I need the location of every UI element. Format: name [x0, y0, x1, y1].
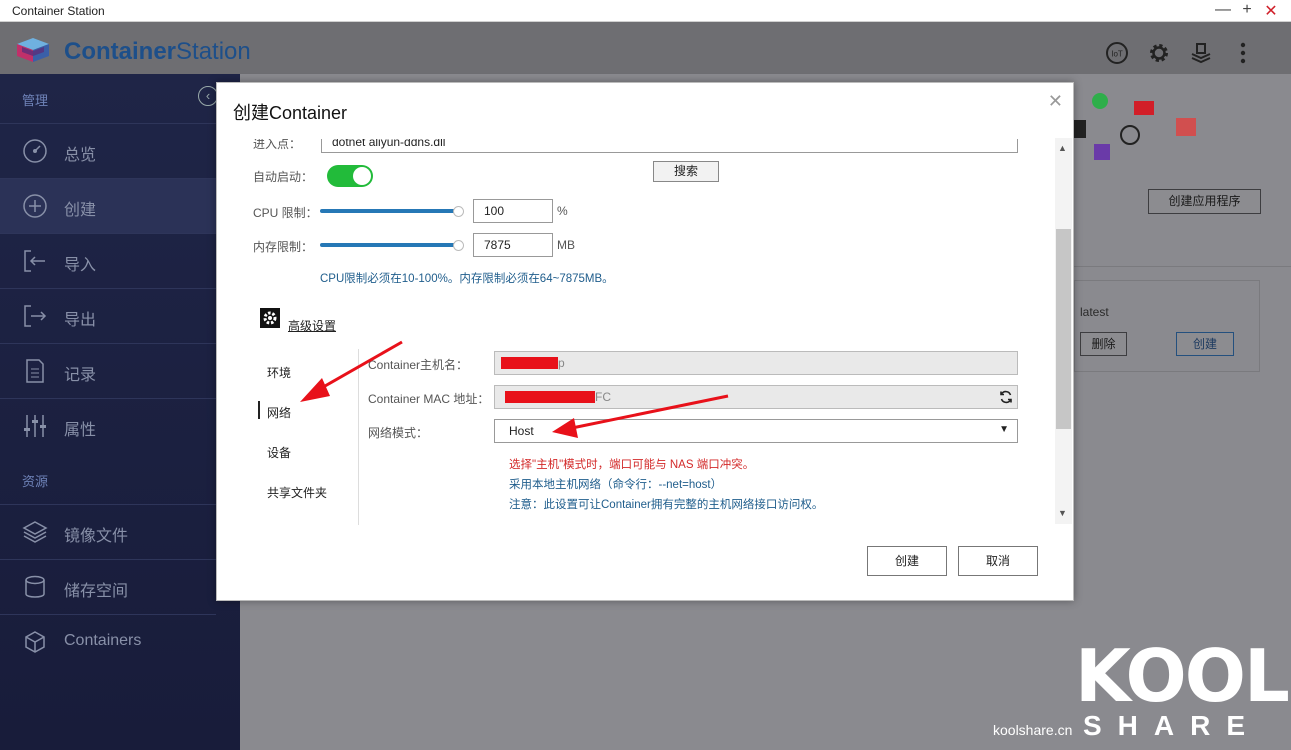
sidebar-item-properties[interactable]: 属性: [0, 399, 216, 453]
window-title: Container Station: [12, 4, 105, 18]
mac-address-label: Container MAC 地址：: [368, 392, 490, 406]
sidebar-item-import[interactable]: 导入: [0, 234, 216, 288]
autostart-label: 自动启动：: [253, 170, 314, 184]
maximize-button[interactable]: +: [1237, 1, 1257, 19]
tab-shared-folders[interactable]: 共享文件夹: [267, 484, 327, 501]
chevron-down-icon: ▼: [999, 424, 1009, 435]
import-icon: [24, 250, 45, 272]
layers-icon: [22, 521, 48, 543]
container-station-logo-icon: [17, 38, 49, 62]
section-manage-label: 管理: [22, 93, 49, 108]
create-container-dialog: 创建Container ✕ 进入点： dotnet aliyun-ddns.dl…: [216, 82, 1074, 601]
refresh-icon[interactable]: [999, 390, 1013, 404]
tab-network[interactable]: 网络: [257, 401, 291, 421]
search-button[interactable]: 搜索: [653, 161, 719, 182]
hostname-input[interactable]: p: [494, 351, 1018, 375]
memory-limit-slider[interactable]: [320, 240, 464, 251]
layers-stack-icon[interactable]: [1188, 40, 1214, 66]
memory-limit-input[interactable]: 7875: [473, 233, 553, 257]
entry-point-label: 进入点：: [253, 139, 302, 151]
advanced-settings-link[interactable]: 高级设置: [288, 317, 336, 334]
cube-icon: [25, 631, 45, 653]
image-card: latest 删除 创建: [1074, 280, 1260, 372]
entry-point-input[interactable]: dotnet aliyun-ddns.dll: [321, 139, 1018, 153]
divider: [358, 349, 359, 525]
redaction-mark: [501, 357, 558, 369]
network-mode-label: 网络模式：: [368, 426, 429, 440]
delete-button[interactable]: 删除: [1080, 332, 1127, 356]
memory-unit: MB: [557, 238, 575, 252]
sidebar-item-storage[interactable]: 储存空间: [0, 560, 216, 614]
memory-limit-label: 内存限制：: [253, 240, 314, 254]
access-note: 注意：此设置可让Container拥有完整的主机网络接口访问权。: [509, 499, 824, 511]
cpu-limit-label: CPU 限制：: [253, 206, 318, 220]
redaction-mark: [505, 391, 595, 403]
dialog-title: 创建Container: [233, 103, 348, 123]
scroll-down-icon[interactable]: ▼: [1058, 508, 1067, 518]
gear-icon: [260, 308, 280, 328]
dialog-scrollbar[interactable]: ▲ ▼: [1055, 138, 1072, 524]
svg-text:IoT: IoT: [1111, 50, 1123, 59]
watermark-url: koolshare.cn: [993, 722, 1073, 738]
koolshare-watermark: KOOL SHARE: [1075, 634, 1290, 741]
limit-note: CPU限制必须在10-100%。内存限制必须在64~7875MB。: [320, 273, 614, 285]
image-tag: latest: [1080, 305, 1109, 319]
hostname-label: Container主机名：: [368, 358, 469, 372]
tab-devices[interactable]: 设备: [267, 444, 291, 461]
create-container-button[interactable]: 创建: [1176, 332, 1234, 356]
sidebar-item-create[interactable]: 创建: [0, 179, 216, 233]
sidebar-item-containers[interactable]: Containers: [0, 615, 216, 669]
create-app-button[interactable]: 创建应用程序: [1148, 189, 1261, 214]
app-icons-cluster: [1070, 93, 1196, 160]
close-window-button[interactable]: ✕: [1261, 1, 1281, 21]
sidebar-item-export[interactable]: 导出: [0, 289, 216, 343]
section-resources-label: 资源: [22, 474, 49, 489]
cpu-unit: %: [557, 204, 568, 218]
minimize-button[interactable]: —: [1213, 1, 1233, 19]
collapse-sidebar-icon[interactable]: ‹: [198, 86, 218, 106]
cpu-limit-slider[interactable]: [320, 206, 464, 217]
host-network-note: 采用本地主机网络（命令行：--net=host）: [509, 479, 723, 491]
document-icon: [26, 359, 44, 383]
sidebar: 管理 ‹ 总览 创建 导入 导出 记录 属性 资源 镜像文件 储存空间 Cont…: [0, 74, 240, 750]
sliders-icon: [24, 415, 46, 437]
divider: [1074, 266, 1291, 267]
gear-icon[interactable]: [1146, 40, 1172, 66]
network-mode-select[interactable]: Host ▼: [494, 419, 1018, 443]
cancel-button[interactable]: 取消: [958, 546, 1038, 576]
dashboard-icon: [23, 139, 47, 163]
cpu-limit-input[interactable]: 100: [473, 199, 553, 223]
autostart-toggle[interactable]: [327, 165, 373, 187]
app-header: ContainerStation IoT: [0, 22, 1291, 74]
scrollbar-thumb[interactable]: [1056, 229, 1071, 429]
export-icon: [24, 305, 47, 327]
more-vertical-icon[interactable]: [1230, 40, 1256, 66]
scroll-up-icon[interactable]: ▲: [1058, 143, 1067, 153]
sidebar-item-images[interactable]: 镜像文件: [0, 505, 216, 559]
mac-address-input[interactable]: FC: [494, 385, 1018, 409]
iot-icon[interactable]: IoT: [1104, 40, 1130, 66]
app-brand: ContainerStation: [64, 38, 251, 65]
database-icon: [25, 575, 45, 598]
sidebar-item-overview[interactable]: 总览: [0, 124, 216, 178]
port-conflict-warning: 选择"主机"模式时，端口可能与 NAS 端口冲突。: [509, 459, 755, 471]
dialog-body: 进入点： dotnet aliyun-ddns.dll 搜索 自动启动： CPU…: [218, 139, 1073, 525]
plus-circle-icon: [23, 194, 47, 218]
create-button[interactable]: 创建: [867, 546, 947, 576]
close-icon[interactable]: ✕: [1048, 91, 1063, 112]
sidebar-item-logs[interactable]: 记录: [0, 344, 216, 398]
window-titlebar: Container Station — + ✕: [0, 0, 1291, 22]
tab-environment[interactable]: 环境: [267, 364, 291, 381]
